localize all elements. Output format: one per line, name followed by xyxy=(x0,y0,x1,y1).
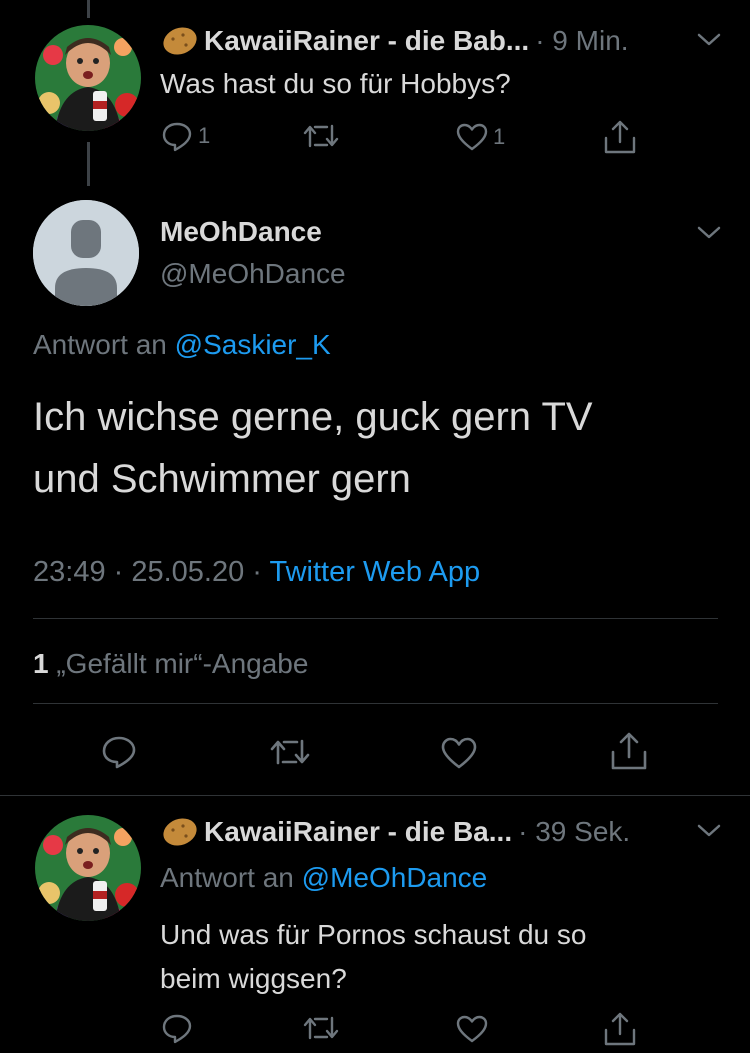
main-text-line-2: und Schwimmer gern xyxy=(33,457,411,501)
main-tweet-text: Ich wichse gerne, guck gern TV und Schwi… xyxy=(33,386,593,510)
like-icon xyxy=(456,1015,488,1043)
avatar-kawaiirainer[interactable] xyxy=(35,25,141,131)
reply-button[interactable]: 1 xyxy=(160,120,210,152)
like-icon xyxy=(456,123,488,151)
main-reply-to: Antwort an @Saskier_K xyxy=(33,329,331,361)
avatar-meohdance[interactable] xyxy=(33,200,139,306)
tweet-3-time[interactable]: · 39 Sek. xyxy=(518,816,630,848)
divider xyxy=(33,703,718,704)
tweet-1-header: KawaiiRainer - die Bab... · 9 Min. xyxy=(160,24,629,58)
main-display-name[interactable]: MeOhDance xyxy=(160,216,322,248)
thread-line-top xyxy=(87,0,90,18)
retweet-icon xyxy=(303,1016,339,1040)
potato-emoji-icon xyxy=(163,27,197,55)
share-icon xyxy=(611,732,647,770)
tweet-3-retweet-button[interactable] xyxy=(303,1014,339,1042)
share-icon xyxy=(604,120,636,154)
source-link[interactable]: Twitter Web App xyxy=(269,556,480,588)
thread-line-middle xyxy=(87,142,90,186)
tweet-3-text-line-2: beim wiggsen? xyxy=(160,963,347,994)
tweet-1-display-name[interactable]: KawaiiRainer - die Bab... xyxy=(204,25,529,57)
chevron-down-icon[interactable] xyxy=(696,823,722,839)
likes-label: „Gefällt mir“-Angabe xyxy=(48,648,309,679)
like-count: 1 xyxy=(493,124,506,149)
divider xyxy=(0,795,750,796)
tweet-3-text-line-1: Und was für Pornos schaust du so xyxy=(160,919,587,950)
share-icon xyxy=(604,1012,636,1046)
tweet-3-text: Und was für Pornos schaust du so beim wi… xyxy=(160,913,586,1001)
main-text-line-1: Ich wichse gerne, guck gern TV xyxy=(33,395,593,439)
tweet-3-reply-button[interactable] xyxy=(160,1012,194,1044)
share-button[interactable] xyxy=(602,118,638,156)
main-reply-button[interactable] xyxy=(100,734,138,770)
retweet-icon xyxy=(303,124,339,148)
reply-to-handle[interactable]: @MeOhDance xyxy=(302,862,488,893)
tweet-1-text: Was hast du so für Hobbys? xyxy=(160,68,511,99)
tweet-3-display-name[interactable]: KawaiiRainer - die Ba... xyxy=(204,816,512,848)
main-retweet-button[interactable] xyxy=(270,737,310,767)
likes-count-row[interactable]: 1 „Gefällt mir“-Angabe xyxy=(33,648,308,680)
like-button[interactable]: 1 xyxy=(455,122,505,152)
tweet-3-reply-to: Antwort an @MeOhDance xyxy=(160,862,487,894)
reply-icon xyxy=(162,122,192,152)
reply-icon xyxy=(102,736,136,769)
like-icon xyxy=(441,737,477,769)
retweet-icon xyxy=(270,739,310,765)
tweet-3-header: KawaiiRainer - die Ba... · 39 Sek. xyxy=(160,815,630,849)
divider xyxy=(33,618,718,619)
avatar-kawaiirainer[interactable] xyxy=(35,815,141,921)
reply-to-prefix: Antwort an xyxy=(160,862,294,893)
chevron-down-icon[interactable] xyxy=(696,32,722,48)
retweet-button[interactable] xyxy=(303,122,339,150)
timestamp-text: 23:49 · 25.05.20 · xyxy=(33,556,270,588)
reply-to-handle[interactable]: @Saskier_K xyxy=(175,329,331,360)
potato-emoji-icon xyxy=(163,818,197,846)
reply-to-prefix: Antwort an xyxy=(33,329,167,360)
tweet-3-like-button[interactable] xyxy=(455,1014,489,1044)
likes-count: 1 xyxy=(33,648,49,679)
main-share-button[interactable] xyxy=(609,730,649,772)
tweet-3-share-button[interactable] xyxy=(602,1010,638,1048)
main-handle[interactable]: @MeOhDance xyxy=(160,258,346,290)
chevron-down-icon[interactable] xyxy=(696,225,722,241)
reply-icon xyxy=(162,1014,192,1044)
main-like-button[interactable] xyxy=(440,736,478,770)
reply-count: 1 xyxy=(198,123,211,148)
main-timestamp: 23:49 · 25.05.20 · Twitter Web App xyxy=(33,556,480,589)
tweet-1-time[interactable]: · 9 Min. xyxy=(535,25,628,57)
